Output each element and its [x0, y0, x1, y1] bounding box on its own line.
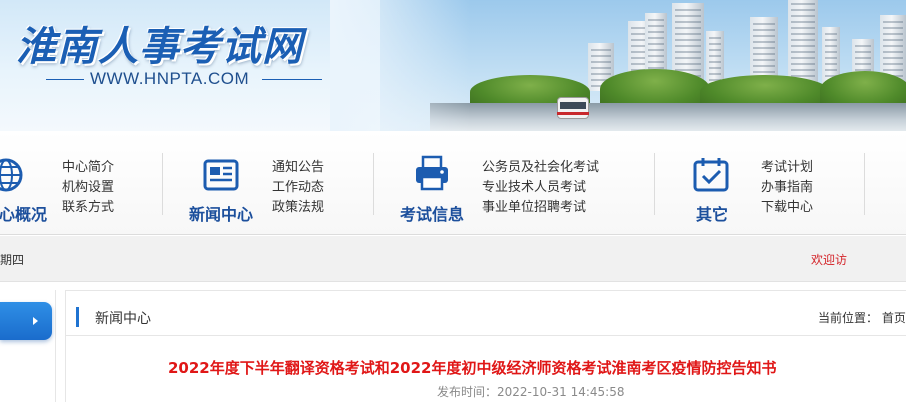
divider — [262, 79, 322, 80]
divider — [66, 335, 906, 336]
banner-fade — [330, 0, 470, 131]
nav-title-news[interactable]: 新闻中心 — [189, 201, 253, 225]
bus-stripe — [557, 112, 589, 115]
nav-link-contact[interactable]: 联系方式 — [62, 198, 114, 218]
nav-title-other[interactable]: 其它 — [696, 201, 728, 225]
site-header-banner: 淮南人事考试网 WWW.HNPTA.COM — [0, 0, 906, 131]
article-title: 2022年度下半年翻译资格考试和2022年度初中级经济师资格考试淮南考区疫情防控… — [168, 359, 777, 377]
nav-block-exam-info: 考试信息 公务员及社会化考试 专业技术人员考试 事业单位招聘考试 — [374, 131, 654, 235]
bus-illustration — [557, 97, 589, 119]
nav-link-civil-service-exams[interactable]: 公务员及社会化考试 — [482, 158, 599, 178]
nav-link-professional-exams[interactable]: 专业技术人员考试 — [482, 178, 586, 198]
nav-block-center-overview: 心概况 中心简介 机构设置 联系方式 — [0, 131, 160, 235]
nav-block-news: 新闻中心 通知公告 工作动态 政策法规 — [163, 131, 373, 235]
site-logo[interactable]: 淮南人事考试网 — [16, 14, 303, 72]
divider — [46, 79, 84, 80]
globe-icon[interactable] — [0, 157, 24, 193]
road-illustration — [430, 103, 906, 131]
date-bar: 期四 欢迎访 — [0, 236, 906, 282]
page: 淮南人事考试网 WWW.HNPTA.COM 心概况 中心简介 机构设置 联系方式 — [0, 0, 906, 402]
printer-icon[interactable] — [414, 155, 450, 191]
nav-link-org-structure[interactable]: 机构设置 — [62, 178, 114, 198]
publish-time: 2022-10-31 14:45:58 — [497, 385, 625, 399]
breadcrumb[interactable]: 当前位置： 首页 — [818, 309, 906, 326]
nav-link-center-intro[interactable]: 中心简介 — [62, 158, 114, 178]
welcome-text: 欢迎访 — [811, 253, 848, 267]
publish-info: 发布时间：2022-10-31 14:45:58 — [437, 383, 624, 400]
main-nav: 心概况 中心简介 机构设置 联系方式 新闻中心 通知公告 工作动态 政策法规 考… — [0, 131, 906, 235]
newspaper-icon[interactable] — [203, 157, 239, 193]
section-marker — [76, 307, 79, 327]
publish-label: 发布时间： — [437, 385, 498, 399]
calendar-check-icon[interactable] — [693, 156, 729, 192]
section-title: 新闻中心 — [95, 311, 151, 327]
nav-link-work-news[interactable]: 工作动态 — [272, 178, 324, 198]
nav-block-other: 其它 考试计划 办事指南 下载中心 — [655, 131, 865, 235]
nav-link-notices[interactable]: 通知公告 — [272, 158, 324, 178]
nav-divider — [864, 153, 865, 215]
nav-link-downloads[interactable]: 下载中心 — [761, 198, 813, 218]
sidebar-active-tab[interactable] — [0, 302, 52, 340]
current-date: 期四 — [0, 253, 25, 267]
nav-link-institution-recruitment[interactable]: 事业单位招聘考试 — [482, 198, 586, 218]
nav-link-policies[interactable]: 政策法规 — [272, 198, 324, 218]
nav-link-exam-plan[interactable]: 考试计划 — [761, 158, 813, 178]
nav-link-service-guide[interactable]: 办事指南 — [761, 178, 813, 198]
site-url-row: WWW.HNPTA.COM — [46, 68, 326, 90]
nav-title-center-overview[interactable]: 心概况 — [0, 201, 47, 225]
nav-title-exam-info[interactable]: 考试信息 — [400, 201, 464, 225]
site-url: WWW.HNPTA.COM — [90, 69, 250, 88]
